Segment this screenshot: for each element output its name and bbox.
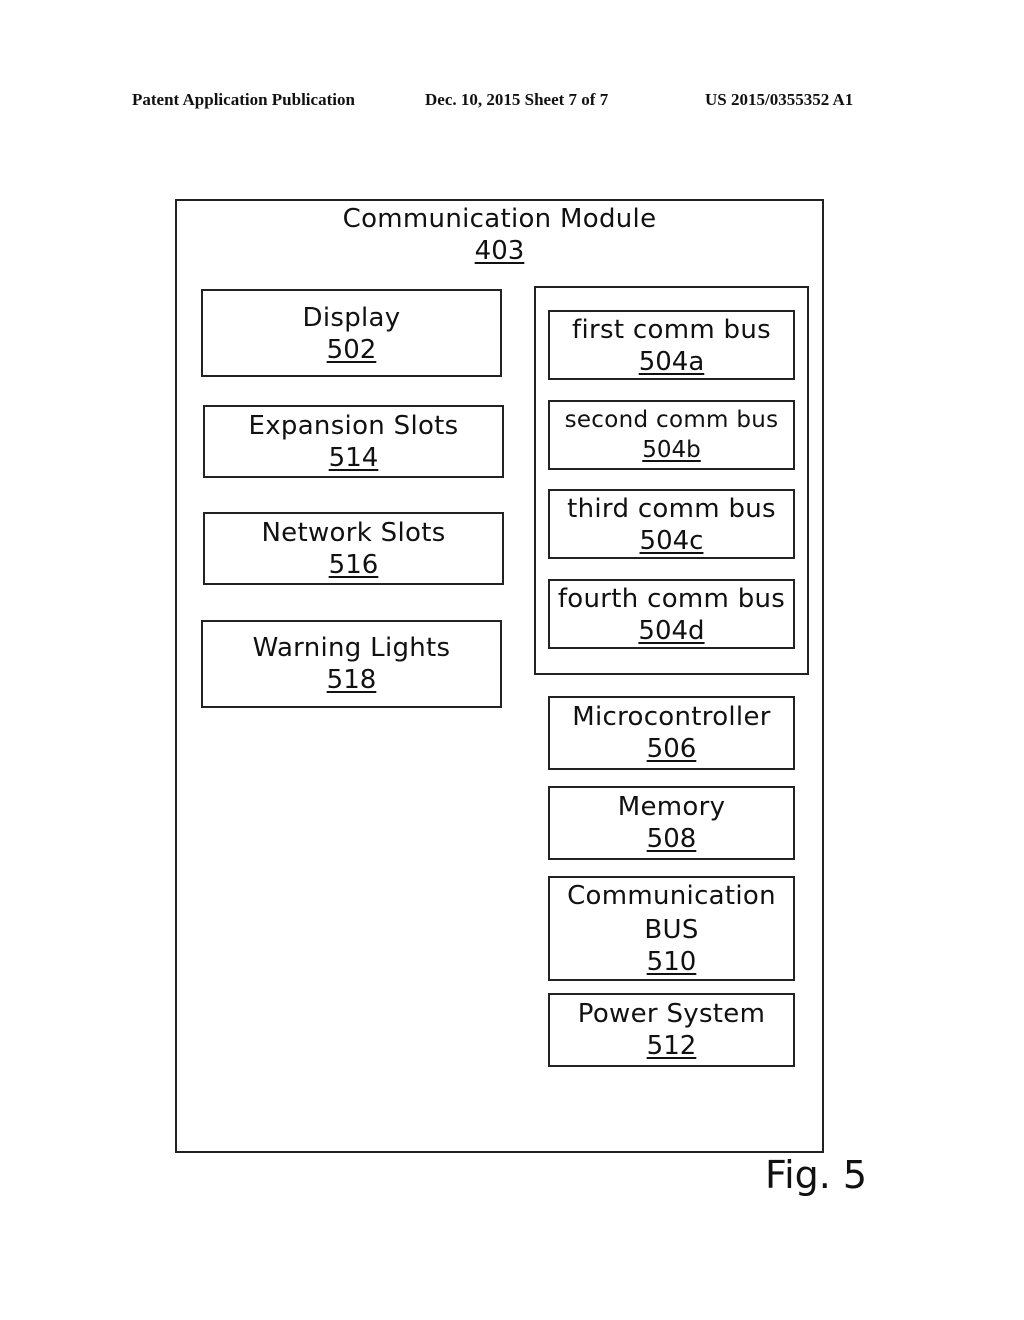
expansion-slots-label: Expansion Slots: [248, 411, 459, 441]
fourth-comm-bus-ref: 504d: [638, 616, 705, 646]
network-slots-ref: 516: [328, 550, 379, 580]
memory-label: Memory: [617, 792, 726, 822]
microcontroller-ref: 506: [646, 734, 697, 764]
communication-bus-ref: 510: [646, 947, 697, 977]
power-system-box: Power System 512: [548, 993, 795, 1067]
header-publication-type: Patent Application Publication: [132, 90, 355, 109]
communication-bus-label-line2: BUS: [644, 915, 699, 945]
memory-box: Memory 508: [548, 786, 795, 860]
first-comm-bus-ref: 504a: [638, 347, 705, 377]
communication-module-ref: 403: [474, 236, 525, 266]
communication-bus-box: Communication BUS 510: [548, 876, 795, 981]
display-label: Display: [302, 303, 401, 333]
display-box: Display 502: [201, 289, 502, 377]
expansion-slots-box: Expansion Slots 514: [203, 405, 504, 478]
warning-lights-box: Warning Lights 518: [201, 620, 502, 708]
first-comm-bus-label: first comm bus: [572, 315, 771, 345]
warning-lights-label: Warning Lights: [252, 633, 451, 663]
memory-ref: 508: [646, 824, 697, 854]
third-comm-bus-ref: 504c: [639, 526, 704, 556]
fourth-comm-bus-box: fourth comm bus 504d: [548, 579, 795, 649]
fourth-comm-bus-label: fourth comm bus: [557, 584, 786, 614]
figure-label: Fig. 5: [765, 1153, 868, 1197]
display-ref: 502: [326, 335, 377, 365]
microcontroller-box: Microcontroller 506: [548, 696, 795, 770]
header-patent-number: US 2015/0355352 A1: [705, 90, 854, 109]
second-comm-bus-ref: 504b: [642, 437, 701, 463]
network-slots-label: Network Slots: [261, 518, 446, 548]
header-date-sheet: Dec. 10, 2015 Sheet 7 of 7: [425, 90, 609, 109]
power-system-ref: 512: [646, 1031, 697, 1061]
network-slots-box: Network Slots 516: [203, 512, 504, 585]
microcontroller-label: Microcontroller: [572, 702, 771, 732]
third-comm-bus-box: third comm bus 504c: [548, 489, 795, 559]
third-comm-bus-label: third comm bus: [567, 494, 776, 524]
first-comm-bus-box: first comm bus 504a: [548, 310, 795, 380]
second-comm-bus-box: second comm bus 504b: [548, 400, 795, 470]
power-system-label: Power System: [577, 999, 766, 1029]
warning-lights-ref: 518: [326, 665, 377, 695]
communication-bus-label-line1: Communication: [567, 881, 776, 911]
expansion-slots-ref: 514: [328, 443, 379, 473]
communication-module-label: Communication Module: [342, 204, 657, 234]
second-comm-bus-label: second comm bus: [564, 407, 779, 433]
